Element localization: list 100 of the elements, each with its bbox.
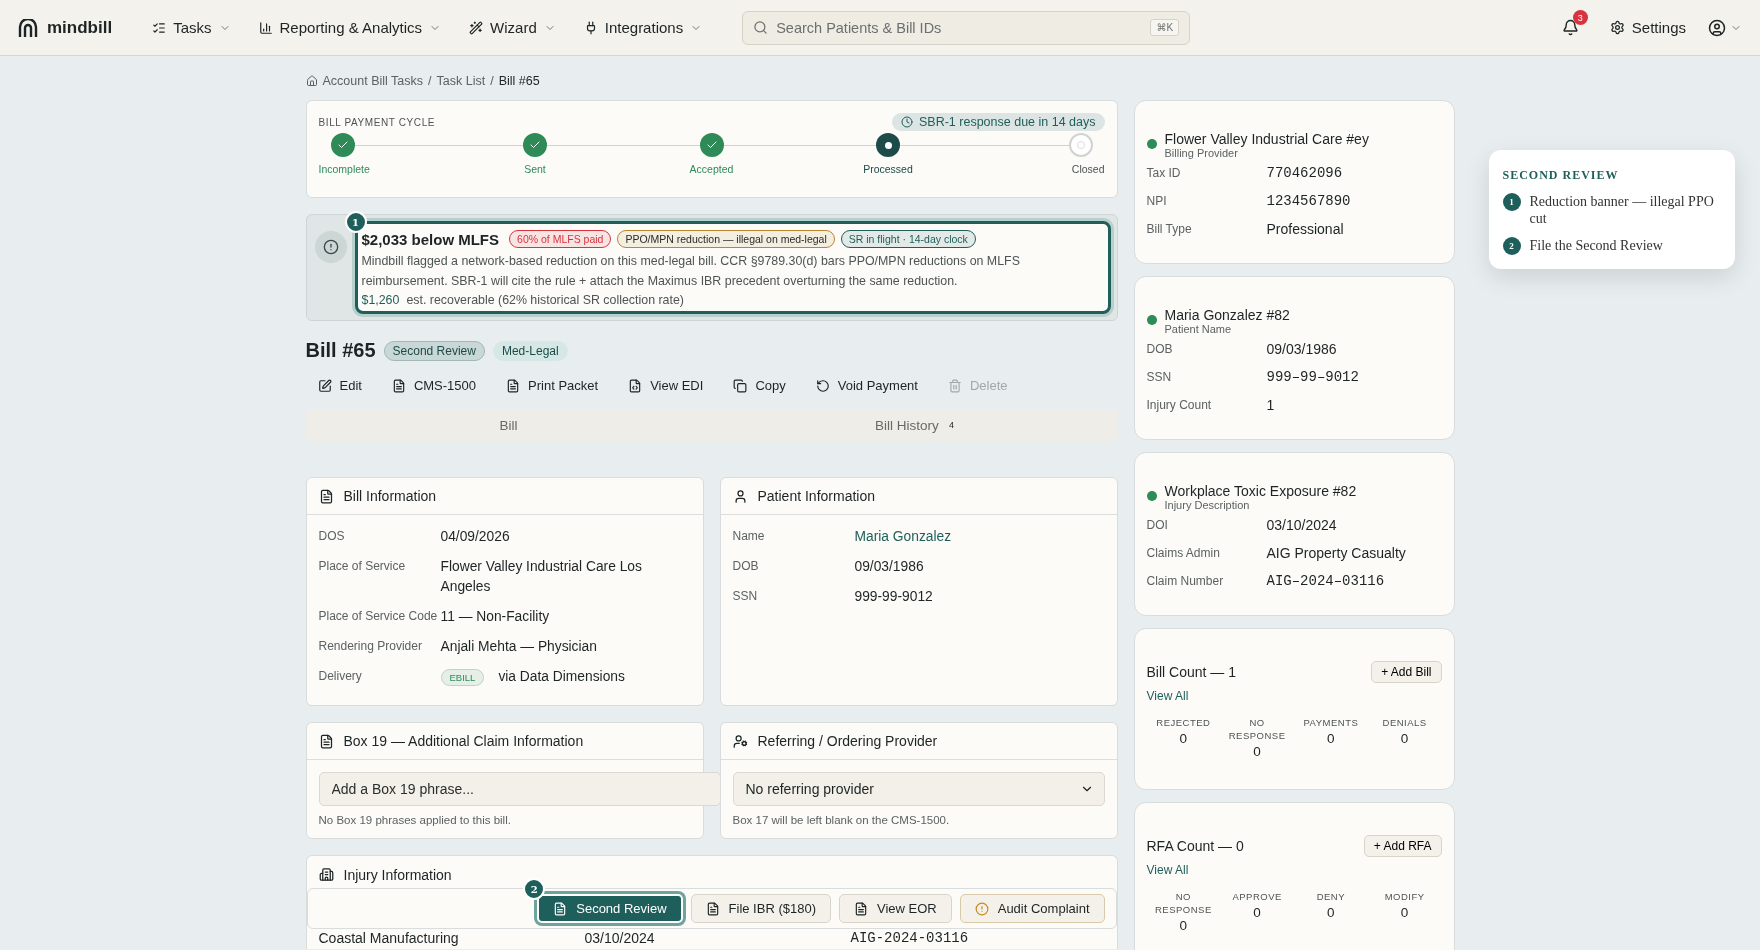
action-button[interactable]: Print Packet	[494, 374, 611, 397]
patient-link[interactable]: Maria Gonzalez	[854, 527, 1105, 547]
stat-value: 0	[1178, 918, 1189, 933]
field-label: Claim Number	[1146, 573, 1225, 590]
field-value: Professional	[1266, 220, 1345, 239]
edit-icon	[317, 378, 332, 393]
stat-label: REJECTED	[1155, 716, 1212, 729]
field-value: 770462096	[1266, 164, 1344, 183]
stat-label: DENIALS	[1381, 716, 1428, 729]
stat-value: 0	[1178, 731, 1189, 746]
breadcrumb-separator: /	[490, 74, 494, 88]
input-field[interactable]: Add a Box 19 phrase...	[318, 772, 721, 806]
table-cell-text: AIG-2024-03116	[850, 931, 970, 946]
card-title: Patient Information	[757, 488, 875, 504]
step-circle	[876, 133, 900, 157]
field-value: 999–99–9012	[1266, 368, 1360, 387]
entity-title: Flower Valley Industrial Care #ey	[1164, 131, 1369, 147]
notification-count: 3	[1572, 10, 1588, 25]
step-number: 2	[1502, 237, 1521, 255]
stat-label: APPROVE	[1231, 890, 1283, 903]
count-title: RFA Count — 0	[1146, 838, 1244, 854]
logo-icon	[18, 18, 38, 37]
breadcrumb-link[interactable]: Task List	[436, 74, 486, 88]
logo[interactable]: mindbill	[18, 17, 113, 38]
person-gear-icon	[732, 733, 748, 749]
add-button[interactable]: + Add Bill	[1371, 661, 1442, 683]
field-label: Name	[732, 528, 766, 545]
field-label: DOI	[1146, 517, 1169, 534]
field-value: Flower Valley Industrial Care Los Angeles	[440, 558, 643, 596]
action-button[interactable]: Copy	[721, 374, 798, 397]
account-menu[interactable]	[1708, 18, 1742, 37]
action-button[interactable]: File IBR ($180)	[690, 894, 831, 923]
action-button[interactable]: Edit	[305, 374, 374, 397]
status-tag: Med-Legal	[492, 340, 568, 361]
card-title: Referring / Ordering Provider	[757, 733, 938, 749]
stat-label: NO RESPONSE	[1153, 890, 1213, 916]
recoverable-amount: $1,260	[361, 293, 400, 307]
entity-title: Maria Gonzalez #82	[1164, 307, 1290, 323]
shortcut-key: ⌘K	[1150, 19, 1180, 36]
alert-icon	[314, 231, 347, 263]
recoverable-note: est. recoverable (62% historical SR collection rate)	[406, 293, 684, 307]
due-badge: SBR-1 response due in 14 days	[892, 113, 1105, 131]
add-button[interactable]: + Add RFA	[1363, 835, 1442, 857]
undo-icon	[815, 378, 830, 393]
bar-chart-icon	[258, 20, 273, 35]
breadcrumb-link[interactable]: Account Bill Tasks	[322, 74, 423, 88]
document-icon	[553, 901, 568, 916]
tag: 60% of MLFS paid	[509, 230, 612, 248]
step-circle	[330, 133, 355, 157]
step-label: Incomplete	[318, 163, 370, 175]
entity-subtitle: Injury Description	[1164, 499, 1251, 511]
alert-icon	[974, 901, 989, 916]
provider-select[interactable]: No referring provider	[732, 772, 1105, 806]
entity-subtitle: Billing Provider	[1164, 147, 1239, 159]
nav-menu[interactable]: Wizard	[455, 13, 570, 42]
user-icon	[1708, 18, 1726, 37]
search-field[interactable]: Search Patients & Bill IDs ⌘K	[742, 10, 1191, 45]
action-button[interactable]: CMS-1500	[379, 374, 489, 397]
document-icon	[705, 901, 720, 916]
field-label: NPI	[1146, 193, 1168, 210]
checklist-icon	[152, 20, 167, 35]
notifications-button[interactable]: 3	[1561, 10, 1588, 36]
settings-button[interactable]: Settings	[1609, 19, 1686, 36]
tab[interactable]: Bill	[305, 409, 712, 441]
view-all-link[interactable]: View All	[1146, 863, 1189, 877]
field-value: AIG–2024–03116	[1266, 572, 1386, 591]
field-value: 04/09/2026	[440, 528, 511, 546]
section-label: BILL PAYMENT CYCLE	[318, 116, 436, 128]
view-all-link[interactable]: View All	[1146, 689, 1189, 703]
nav-menu[interactable]: Reporting & Analytics	[244, 13, 456, 42]
field-value: 999-99-9012	[854, 588, 934, 606]
field-value: AIG Property Casualty	[1266, 544, 1407, 563]
tab[interactable]: Bill History 4	[711, 409, 1118, 441]
field-label: Rendering Provider	[318, 638, 423, 655]
delivery-badge: EBILL	[440, 668, 485, 686]
stat-label: MODIFY	[1383, 890, 1426, 903]
stat-value: 0	[1326, 731, 1336, 746]
field-label: Place of Service	[318, 558, 407, 575]
action-button[interactable]: Void Payment	[803, 374, 930, 397]
field-value: Anjali Mehta — Physician	[440, 638, 598, 656]
action-button[interactable]: Second Review	[537, 894, 683, 923]
action-button[interactable]: View EDI	[616, 374, 716, 397]
action-button[interactable]: Audit Complaint	[959, 894, 1105, 923]
card-title: Injury Information	[343, 866, 452, 883]
entity-title: Workplace Toxic Exposure #82	[1164, 483, 1357, 499]
field-label: Bill Type	[1146, 221, 1193, 238]
step-marker: 2	[523, 878, 546, 900]
field-label: SSN	[1146, 369, 1173, 386]
clock-icon	[901, 116, 913, 128]
breadcrumb-link[interactable]: Bill #65	[498, 74, 540, 88]
action-button[interactable]: View EOR	[839, 894, 952, 923]
document-icon	[318, 733, 334, 749]
nav-menu[interactable]: Integrations	[569, 13, 717, 42]
field-label: Tax ID	[1146, 165, 1182, 182]
document-icon	[391, 378, 406, 393]
nav-menu[interactable]: Tasks	[138, 13, 245, 42]
logo-text: mindbill	[47, 17, 113, 38]
field-value: 09/03/1986	[854, 558, 925, 576]
field-label: Claims Admin	[1146, 545, 1221, 562]
field-value: 03/10/2024	[1266, 516, 1338, 535]
